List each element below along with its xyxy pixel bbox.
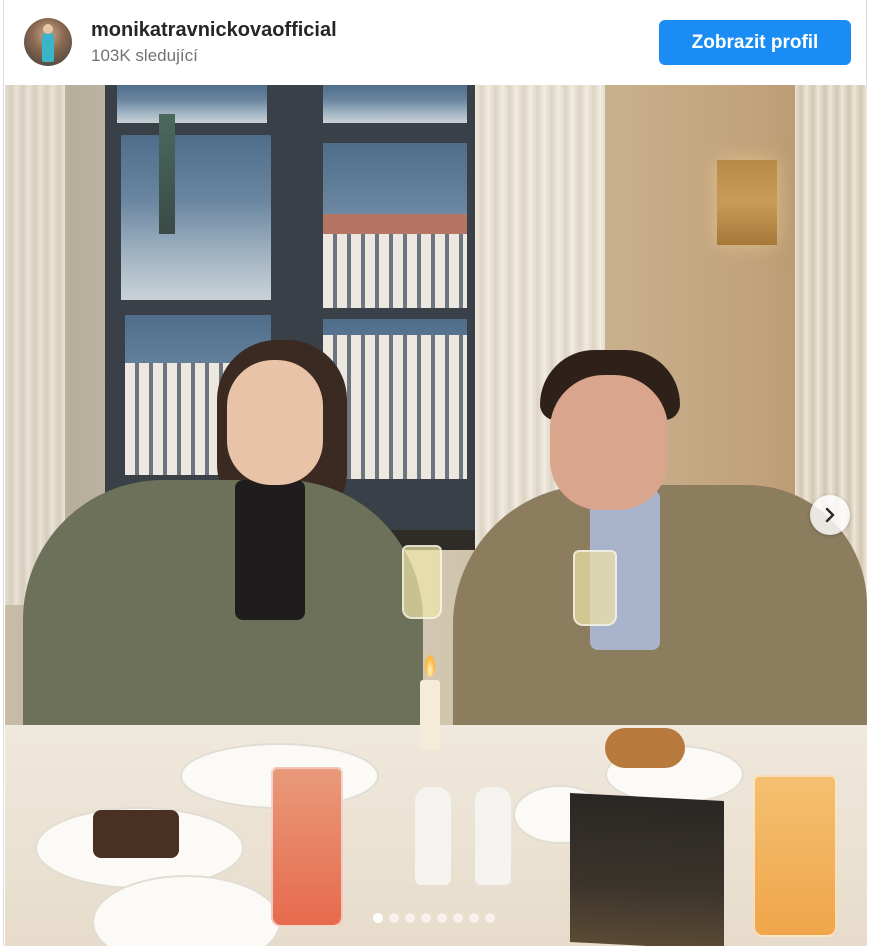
carousel-dot[interactable] bbox=[453, 913, 463, 923]
candle bbox=[420, 680, 440, 750]
man-face bbox=[550, 375, 668, 510]
woman-face bbox=[227, 360, 323, 485]
bread-rolls bbox=[605, 728, 685, 768]
church-tower bbox=[159, 114, 175, 234]
window-pane bbox=[323, 85, 467, 123]
instagram-embed: monikatravnickova​official 103K sledujíc… bbox=[3, 0, 867, 946]
chevron-right-icon bbox=[825, 507, 835, 523]
username[interactable]: monikatravnickova​official bbox=[91, 19, 337, 42]
carousel-dot[interactable] bbox=[389, 913, 399, 923]
post-photo[interactable] bbox=[5, 85, 867, 946]
avatar[interactable] bbox=[24, 18, 72, 66]
juice-glass bbox=[753, 775, 837, 937]
champagne-glass bbox=[573, 550, 617, 626]
candle-flame bbox=[425, 655, 435, 677]
window-pane bbox=[117, 85, 267, 123]
carousel-dot[interactable] bbox=[469, 913, 479, 923]
carousel-dot[interactable] bbox=[405, 913, 415, 923]
carousel-indicators bbox=[373, 912, 495, 924]
carousel-dot[interactable] bbox=[421, 913, 431, 923]
carousel-next-button[interactable] bbox=[810, 495, 850, 535]
window-pane bbox=[121, 114, 271, 300]
building bbox=[323, 233, 467, 308]
post-header: monikatravnickova​official 103K sledujíc… bbox=[4, 0, 868, 85]
avatar-figure-head bbox=[43, 24, 53, 34]
view-profile-button[interactable]: Zobrazit profil bbox=[659, 20, 851, 65]
carousel-dot[interactable] bbox=[373, 913, 383, 923]
woman-top bbox=[235, 480, 305, 620]
avatar-figure bbox=[42, 32, 54, 62]
juice-glass bbox=[271, 767, 343, 927]
pepper-shaker bbox=[475, 787, 511, 885]
curtain-left bbox=[5, 85, 65, 605]
window-pane bbox=[323, 143, 467, 308]
salt-shaker bbox=[415, 787, 451, 885]
menu-card bbox=[570, 792, 724, 946]
building-roof bbox=[323, 213, 467, 234]
follower-count: 103K sledující bbox=[91, 46, 198, 65]
carousel-dot[interactable] bbox=[485, 913, 495, 923]
carousel-dot[interactable] bbox=[437, 913, 447, 923]
champagne-glass bbox=[402, 545, 442, 619]
cake-slice bbox=[93, 810, 179, 858]
wall-lamp bbox=[717, 160, 777, 245]
